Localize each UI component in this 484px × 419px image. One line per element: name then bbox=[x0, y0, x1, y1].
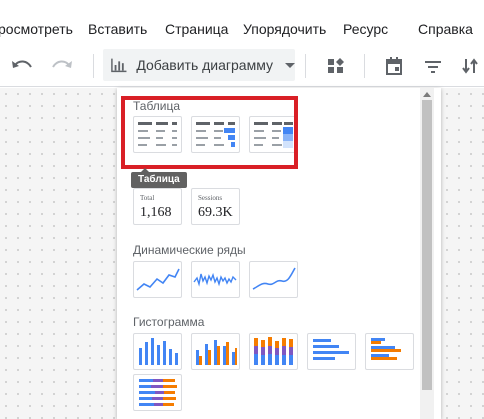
toolbar-divider bbox=[93, 54, 94, 78]
stacked-column-icon bbox=[254, 337, 293, 365]
report-canvas-right[interactable] bbox=[441, 88, 484, 419]
chart-type-menu: Таблица Таблица Total 1,168 Sessions 69.… bbox=[117, 88, 441, 419]
chevron-down-icon bbox=[285, 62, 295, 68]
scroll-up-arrow-icon[interactable] bbox=[423, 92, 431, 97]
date-range-button[interactable] bbox=[380, 44, 408, 87]
grouped-column-icon bbox=[196, 340, 237, 365]
menu-view[interactable]: росмотреть bbox=[0, 21, 73, 37]
menu-page[interactable]: Страница bbox=[165, 21, 228, 37]
chart-option-timeseries[interactable] bbox=[133, 261, 182, 298]
undo-icon bbox=[12, 60, 32, 68]
bar-chart-icon bbox=[111, 58, 127, 73]
filter-button[interactable] bbox=[419, 44, 447, 87]
menu-arrange[interactable]: Упорядочить bbox=[243, 21, 326, 37]
add-control-button[interactable] bbox=[322, 44, 350, 87]
calendar-icon bbox=[386, 56, 402, 75]
scorecard-value: 1,168 bbox=[140, 205, 172, 220]
chart-option-scorecard[interactable]: Total 1,168 bbox=[133, 188, 182, 225]
scorecard-label: Sessions bbox=[198, 194, 223, 202]
menu-resource[interactable]: Ресурс bbox=[343, 21, 388, 37]
tooltip: Таблица bbox=[131, 168, 187, 188]
menu-help[interactable]: Справка bbox=[418, 21, 473, 37]
chart-option-stacked-bar[interactable] bbox=[133, 374, 182, 411]
sparkline-icon bbox=[193, 272, 237, 287]
chart-option-column[interactable] bbox=[133, 333, 182, 370]
section-title-timeseries: Динамические ряды bbox=[133, 243, 246, 257]
toolbar-divider bbox=[305, 54, 306, 78]
scorecard-label: Total bbox=[140, 194, 155, 202]
line-chart-icon bbox=[136, 268, 180, 291]
smooth-line-icon bbox=[252, 267, 296, 290]
chart-option-stacked-column[interactable] bbox=[249, 333, 298, 370]
undo-button[interactable] bbox=[8, 44, 36, 87]
sort-button[interactable] bbox=[456, 44, 484, 87]
section-title-bar: Гистограмма bbox=[133, 315, 205, 329]
bar-horizontal-icon bbox=[313, 339, 349, 360]
add-chart-label: Добавить диаграмму bbox=[136, 57, 273, 73]
scrollbar-thumb[interactable] bbox=[422, 100, 432, 390]
scorecard-value: 69.3K bbox=[198, 205, 233, 220]
sort-arrows-icon bbox=[462, 57, 478, 74]
add-chart-button[interactable]: Добавить диаграмму bbox=[103, 49, 295, 81]
chart-option-grouped-column[interactable] bbox=[191, 333, 240, 370]
redo-icon bbox=[52, 60, 72, 68]
toolbar: Добавить диаграмму bbox=[0, 44, 484, 87]
toolbar-divider bbox=[364, 54, 365, 78]
column-chart-icon bbox=[139, 338, 178, 365]
scrollbar[interactable] bbox=[420, 88, 434, 419]
chart-option-scorecard-compact[interactable]: Sessions 69.3K bbox=[191, 188, 240, 225]
menu-insert[interactable]: Вставить bbox=[88, 21, 147, 37]
chart-option-bar[interactable] bbox=[307, 333, 356, 370]
stacked-bar-icon bbox=[139, 379, 177, 406]
highlight-frame bbox=[121, 96, 298, 169]
menu-bar: росмотреть Вставить Страница Упорядочить… bbox=[0, 0, 484, 44]
filter-icon bbox=[425, 60, 441, 73]
chart-option-sparkline[interactable] bbox=[191, 261, 240, 298]
chart-option-smoothed-timeseries[interactable] bbox=[249, 261, 298, 298]
redo-button[interactable] bbox=[48, 44, 76, 87]
chart-option-grouped-bar[interactable] bbox=[365, 333, 414, 370]
controls-icon bbox=[328, 57, 344, 73]
grouped-bar-icon bbox=[371, 338, 401, 360]
